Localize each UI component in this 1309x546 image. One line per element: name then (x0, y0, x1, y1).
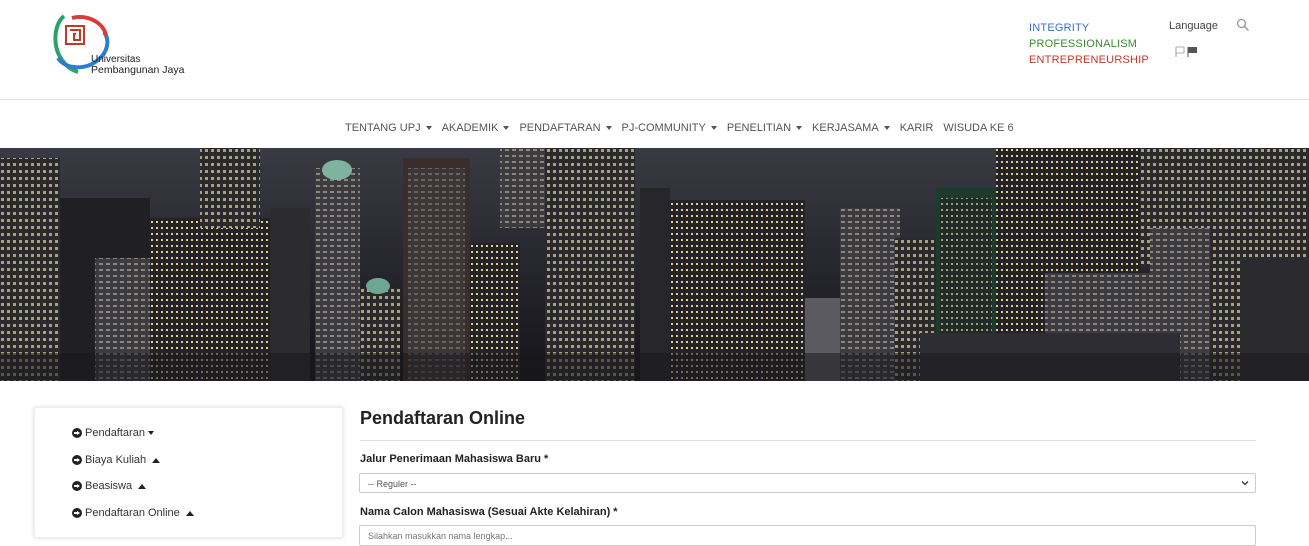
nav-item-penelitian[interactable]: PENELITIAN (726, 122, 803, 134)
value-integrity: INTEGRITY (1029, 22, 1090, 34)
sidebar-menu: Pendaftaran Biaya Kuliah Beasiswa Pendaf… (34, 407, 343, 538)
sidebar-item-label: Pendaftaran Online (85, 507, 180, 519)
caret-down-icon (605, 126, 612, 130)
caret-down-icon (425, 126, 432, 130)
main-nav: TENTANG UPJ AKADEMIK PENDAFTARAN PJ-COMM… (0, 100, 1309, 148)
jalur-selected-value: -- Reguler -- (368, 479, 417, 489)
caret-down-icon (796, 126, 803, 130)
caret-up-icon (185, 510, 194, 516)
nav-label: AKADEMIK (441, 122, 499, 134)
sidebar-item-label: Beasiswa (85, 480, 133, 492)
nav-label: WISUDA KE 6 (943, 122, 1014, 134)
sidebar-item-pendaftaran[interactable]: Pendaftaran (72, 427, 154, 439)
chevron-down-icon (1241, 481, 1249, 486)
title-divider (360, 440, 1256, 441)
logo-text: Universitas Pembangunan Jaya (91, 54, 184, 76)
language-label[interactable]: Language (1169, 20, 1218, 32)
nav-label: PENDAFTARAN (519, 122, 601, 134)
arrow-circle-right-icon (72, 455, 82, 465)
nav-item-wisuda[interactable]: WISUDA KE 6 (943, 122, 1013, 134)
caret-down-icon (503, 126, 510, 130)
site-header: Universitas Pembangunan Jaya INTEGRITY P… (0, 0, 1309, 100)
jalur-select[interactable]: -- Reguler -- (359, 473, 1256, 493)
sidebar-item-pendaftaran-online[interactable]: Pendaftaran Online (72, 507, 194, 519)
flag-icons (1175, 46, 1197, 57)
nav-item-pendaftaran[interactable]: PENDAFTARAN (519, 122, 612, 134)
flag-indonesia-icon[interactable] (1187, 47, 1197, 57)
nav-label: PJ-COMMUNITY (621, 122, 706, 134)
caret-down-icon (883, 126, 890, 130)
jalur-label: Jalur Penerimaan Mahasiswa Baru * (360, 453, 549, 465)
nav-item-kerjasama[interactable]: KERJASAMA (812, 122, 890, 134)
flag-english-icon[interactable] (1175, 46, 1185, 57)
arrow-circle-right-icon (72, 481, 82, 491)
core-values: INTEGRITY PROFESSIONALISM ENTREPRENEURSH… (1029, 20, 1149, 68)
caret-up-icon (152, 457, 161, 463)
city-skyline-image (0, 148, 1309, 381)
sidebar-item-biaya-kuliah[interactable]: Biaya Kuliah (72, 454, 161, 466)
nav-label: KARIR (899, 122, 934, 134)
nav-label: PENELITIAN (726, 122, 792, 134)
caret-down-icon (710, 126, 717, 130)
nav-label: KERJASAMA (812, 122, 879, 134)
nav-item-pj-community[interactable]: PJ-COMMUNITY (622, 122, 717, 134)
nama-input[interactable] (359, 525, 1256, 546)
caret-up-icon (138, 483, 147, 489)
arrow-circle-right-icon (72, 508, 82, 518)
sidebar-item-label: Pendaftaran (85, 427, 145, 439)
page-title: Pendaftaran Online (360, 408, 526, 428)
value-professionalism: PROFESSIONALISM (1029, 38, 1138, 50)
nav-list: TENTANG UPJ AKADEMIK PENDAFTARAN PJ-COMM… (345, 122, 1024, 134)
nav-item-akademik[interactable]: AKADEMIK (442, 122, 510, 134)
sidebar-item-label: Biaya Kuliah (85, 454, 147, 466)
nama-label: Nama Calon Mahasiswa (Sesuai Akte Kelahi… (360, 506, 618, 518)
hero-banner (0, 148, 1309, 381)
logo-line2: Pembangunan Jaya (91, 64, 185, 76)
language-flags (1175, 45, 1199, 57)
university-logo[interactable]: Universitas Pembangunan Jaya (52, 10, 192, 78)
nav-item-karir[interactable]: KARIR (900, 122, 934, 134)
arrow-circle-right-icon (72, 428, 82, 438)
sidebar-item-beasiswa[interactable]: Beasiswa (72, 480, 147, 492)
caret-down-icon (147, 431, 154, 435)
nav-label: TENTANG UPJ (345, 122, 421, 134)
value-entrepreneurship: ENTREPRENEURSHIP (1029, 54, 1149, 66)
nav-item-tentang-upj[interactable]: TENTANG UPJ (345, 122, 432, 134)
search-icon[interactable] (1236, 18, 1250, 32)
